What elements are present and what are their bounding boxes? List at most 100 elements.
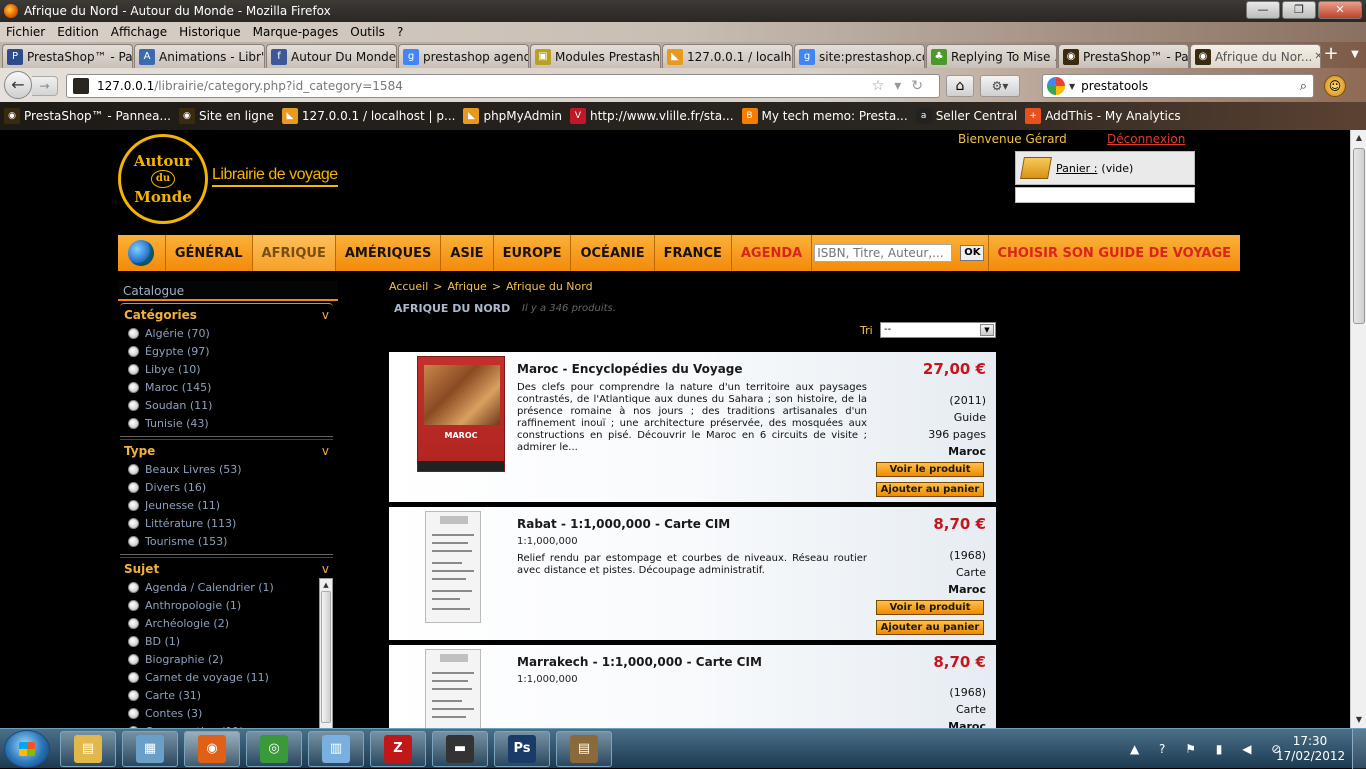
search-input[interactable]: prestatools [1081,79,1148,93]
menu-edition[interactable]: Edition [51,25,105,39]
facet-option[interactable]: BD (1) [120,632,333,650]
tray-icons[interactable]: ▲ ? ⚑ ▮ ◀ ⊘ [1130,742,1289,756]
facet-option[interactable]: Anthropologie (1) [120,596,333,614]
forward-button[interactable]: → [32,76,58,96]
product-image[interactable] [395,649,511,728]
cart-box[interactable]: Panier : (vide) [1015,151,1195,185]
extension-button[interactable]: ⚙▾ [980,75,1020,97]
radio-button[interactable] [128,363,139,375]
bookmark-item[interactable]: ◣ 127.0.0.1 / localhost | p... [281,108,455,124]
radio-button[interactable] [128,417,139,429]
bookmark-item[interactable]: Vhttp://www.vlille.fr/sta... [570,108,734,124]
browser-tab[interactable]: ◉ PrestaShop™ - Pa... [1058,44,1189,68]
browser-tab[interactable]: ♣ Replying To Mise ... [926,44,1057,68]
radio-button[interactable] [128,653,139,665]
product-name[interactable]: Rabat - 1:1,000,000 - Carte CIM [517,517,730,531]
collapse-icon[interactable]: v [322,444,329,458]
guide-chooser-link[interactable]: CHOISIR SON GUIDE DE VOYAGE [989,235,1240,271]
minimize-button[interactable]: — [1246,1,1280,19]
facet-header-sujet[interactable]: Sujet v [120,557,333,578]
browser-tab[interactable]: P PrestaShop™ - Pa... [2,44,133,68]
menu-help[interactable]: ? [391,25,409,39]
scroll-thumb[interactable] [321,591,331,723]
taskbar-app-library[interactable]: ▤ [556,731,612,767]
menu-affichage[interactable]: Affichage [105,25,173,39]
bookmark-item[interactable]: a Seller Central [915,108,1017,124]
facet-option[interactable]: Archéologie (2) [120,614,333,632]
search-bar[interactable]: ▼ prestatools ⌕ [1042,74,1314,98]
bookmark-item[interactable]: ◣ phpMyAdmin [463,108,562,124]
radio-button[interactable] [128,535,139,547]
radio-button[interactable] [128,517,139,529]
bookmark-item[interactable]: + AddThis - My Analytics [1025,108,1181,124]
product-name[interactable]: Maroc - Encyclopédies du Voyage [517,362,743,376]
nav-item-oceanie[interactable]: OCÉANIE [571,235,655,271]
scroll-thumb[interactable] [1353,148,1365,324]
nav-item-asie[interactable]: ASIE [441,235,494,271]
facet-option[interactable]: Carnet de voyage (11) [120,668,333,686]
add-to-cart-button[interactable]: Ajouter au panier [876,482,984,497]
add-to-cart-button[interactable]: Ajouter au panier [876,620,984,635]
radio-button[interactable] [128,599,139,611]
taskbar-app-photoshop[interactable]: Ps [494,731,550,767]
url-actions-icons[interactable]: ☆▾↻ [872,78,939,94]
scroll-up-icon[interactable]: ▲ [320,579,332,591]
nav-item-france[interactable]: FRANCE [655,235,732,271]
nav-item-ameriques[interactable]: AMÉRIQUES [336,235,442,271]
bookmark-item[interactable]: ◉ PrestaShop™ - Pannea... [4,108,171,124]
product-image[interactable]: MAROC [395,356,511,472]
sort-select[interactable]: -- ▼ [880,322,996,338]
facet-option[interactable]: Littérature (113) [120,514,333,532]
browser-tab[interactable]: f Autour Du Monde [266,44,397,68]
show-desktop-button[interactable] [1352,729,1366,769]
product-search-input[interactable] [814,244,953,262]
browser-tab[interactable]: ◉Afrique du Nor...✕ [1190,44,1321,68]
tab-list-button[interactable]: ▼ [1346,44,1364,66]
product-name[interactable]: Marrakech - 1:1,000,000 - Carte CIM [517,655,762,669]
nav-item-afrique[interactable]: AFRIQUE [252,235,336,271]
browser-tab[interactable]: ◣ 127.0.0.1 / localho... [662,44,793,68]
facet-option[interactable]: Algérie (70) [120,324,333,342]
persona-avatar-icon[interactable]: ☺ [1324,75,1346,97]
radio-button[interactable] [128,463,139,475]
taskbar-app-firefox[interactable]: ◉ [184,731,240,767]
scroll-up-icon[interactable]: ▲ [1351,130,1366,146]
view-product-button[interactable]: Voir le produit [876,600,984,615]
nav-item-agenda[interactable]: AGENDA [732,235,813,271]
menu-fichier[interactable]: Fichier [0,25,51,39]
facet-option[interactable]: Biographie (2) [120,650,333,668]
facet-option[interactable]: Contes (3) [120,704,333,722]
radio-button[interactable] [128,327,139,339]
facet-option[interactable]: Agenda / Calendrier (1) [120,578,333,596]
radio-button[interactable] [128,617,139,629]
facet-option[interactable]: Tunisie (43) [120,414,333,432]
radio-button[interactable] [128,499,139,511]
facet-option[interactable]: Soudan (11) [120,396,333,414]
taskbar-app-usb-tool[interactable]: ▬ [432,731,488,767]
collapse-icon[interactable]: v [322,562,329,576]
sujet-scrollbar[interactable]: ▲ [319,578,333,728]
radio-button[interactable] [128,581,139,593]
nav-item-europe[interactable]: EUROPE [494,235,572,271]
browser-tab[interactable]: g prestashop agend... [398,44,529,68]
facet-option[interactable]: Tourisme (153) [120,532,333,550]
product-image[interactable] [395,511,511,623]
radio-button[interactable] [128,399,139,411]
home-button[interactable]: ⌂ [946,75,974,97]
search-engine-dropdown-icon[interactable]: ▼ [1069,82,1075,91]
facet-option[interactable]: Jeunesse (11) [120,496,333,514]
radio-button[interactable] [128,481,139,493]
page-scrollbar[interactable]: ▲ ▼ [1350,130,1366,728]
radio-button[interactable] [128,635,139,647]
taskbar-app-chrome[interactable]: ◎ [246,731,302,767]
close-button[interactable]: ✕ [1318,1,1362,19]
cart-link[interactable]: Panier : [1056,162,1097,175]
view-product-button[interactable]: Voir le produit [876,462,984,477]
taskbar-app-remote-desktop[interactable]: ▦ [122,731,178,767]
radio-button[interactable] [128,345,139,357]
logout-link[interactable]: Déconnexion [1107,132,1185,146]
taskbar-app-notepad[interactable]: ▥ [308,731,364,767]
nav-item-general[interactable]: GÉNÉRAL [166,235,253,271]
radio-button[interactable] [128,707,139,719]
facet-option[interactable]: Carte (31) [120,686,333,704]
